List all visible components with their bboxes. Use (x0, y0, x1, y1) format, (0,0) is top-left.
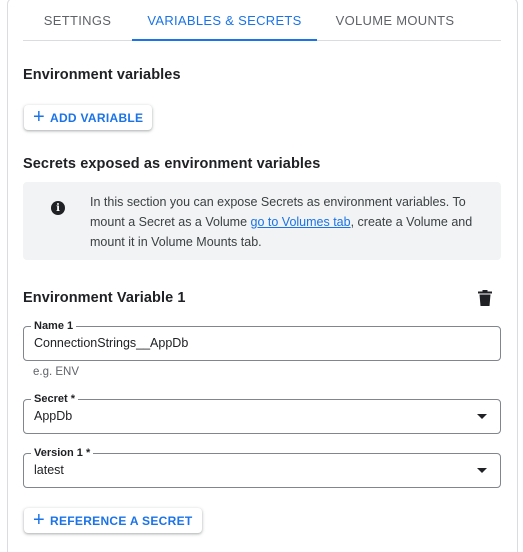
plus-icon: + (33, 105, 45, 128)
name-field[interactable]: Name 1 ConnectionStrings__AppDb (23, 319, 501, 361)
reference-secret-label: REFERENCE A SECRET (49, 513, 193, 528)
chevron-down-icon (477, 414, 487, 419)
tab-settings[interactable]: SETTINGS (23, 0, 132, 40)
name-hint: e.g. ENV (33, 366, 80, 378)
tab-bar: SETTINGS VARIABLES & SECRETS VOLUME MOUN… (23, 0, 501, 41)
reference-secret-button[interactable]: + REFERENCE A SECRET (24, 508, 202, 533)
secrets-title: Secrets exposed as environment variables (23, 156, 321, 172)
info-text: In this section you can expose Secrets a… (90, 192, 495, 252)
tab-volume-mounts[interactable]: VOLUME MOUNTS (317, 0, 473, 40)
chevron-down-icon (477, 468, 487, 473)
secret-select[interactable]: Secret * AppDb (23, 392, 501, 434)
plus-icon: + (33, 508, 45, 531)
secret-select-value: AppDb (34, 409, 73, 423)
tab-variables-secrets[interactable]: VARIABLES & SECRETS (132, 0, 317, 41)
secret-select-label: Secret * (31, 392, 78, 406)
name-field-label: Name 1 (31, 319, 77, 333)
name-field-value: ConnectionStrings__AppDb (34, 336, 189, 350)
info-box: i In this section you can expose Secrets… (23, 182, 501, 260)
add-variable-label: ADD VARIABLE (49, 110, 144, 125)
volumes-tab-link[interactable]: go to Volumes tab (251, 215, 351, 229)
info-icon: i (51, 201, 65, 215)
version-select-label: Version 1 * (31, 446, 94, 460)
version-select[interactable]: Version 1 * latest (23, 446, 501, 488)
env-variable-1-title: Environment Variable 1 (23, 290, 186, 306)
env-vars-title: Environment variables (23, 67, 181, 83)
version-select-value: latest (34, 463, 64, 477)
add-variable-button[interactable]: + ADD VARIABLE (24, 105, 153, 130)
trash-icon[interactable] (478, 290, 492, 306)
